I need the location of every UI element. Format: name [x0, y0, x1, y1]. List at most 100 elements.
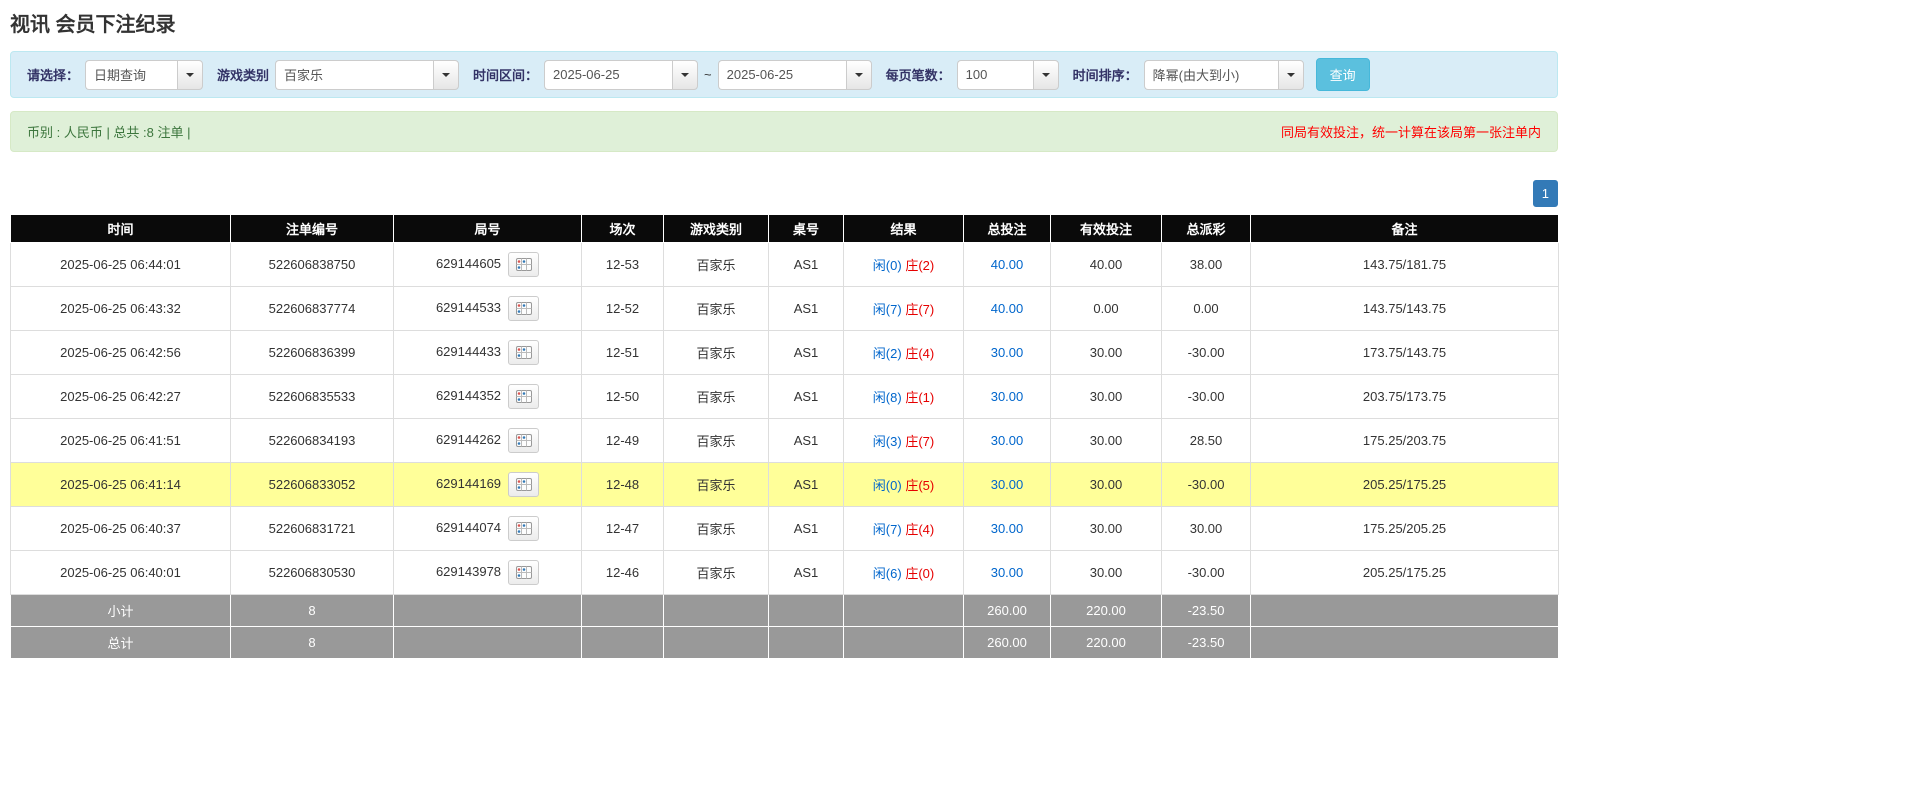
- cell-valid-bet: 40.00: [1051, 243, 1162, 287]
- roadmap-button[interactable]: [508, 560, 539, 585]
- cell-time: 2025-06-25 06:42:56: [11, 331, 231, 375]
- column-header-3: 场次: [582, 215, 664, 243]
- per-page-caret-button[interactable]: [1033, 60, 1059, 90]
- cell-table-number: AS1: [769, 507, 844, 551]
- table-row: 2025-06-25 06:42:27522606835533629144352…: [11, 375, 1559, 419]
- cell-total-bet: 40.00: [964, 287, 1051, 331]
- time-sort-select: [1144, 60, 1304, 90]
- cell-bet-id: 522606838750: [231, 243, 394, 287]
- result-banker: 庄(0): [905, 566, 934, 581]
- cell-result: 闲(6) 庄(0): [844, 551, 964, 595]
- cell-table-number: AS1: [769, 419, 844, 463]
- cell-remark: 143.75/143.75: [1251, 287, 1559, 331]
- game-category-select: [275, 60, 459, 90]
- cell-round-id: 629144262: [394, 419, 582, 463]
- total-bet-link[interactable]: 30.00: [991, 389, 1024, 404]
- cell-game-category: 百家乐: [664, 507, 769, 551]
- cell-session: 12-51: [582, 331, 664, 375]
- roadmap-button[interactable]: [508, 340, 539, 365]
- query-type-label: 请选择：: [27, 65, 79, 84]
- column-header-5: 桌号: [769, 215, 844, 243]
- cell-valid-bet: 30.00: [1051, 507, 1162, 551]
- cell-remark: 203.75/173.75: [1251, 375, 1559, 419]
- grandtotal-label: 总计: [11, 627, 231, 659]
- date-range-tilde: ~: [704, 67, 712, 82]
- time-sort-caret-button[interactable]: [1278, 60, 1304, 90]
- total-bet-link[interactable]: 40.00: [991, 301, 1024, 316]
- result-player: 闲(0): [873, 258, 902, 273]
- query-type-caret-button[interactable]: [177, 60, 203, 90]
- cell-session: 12-48: [582, 463, 664, 507]
- query-type-select: [85, 60, 203, 90]
- total-bet-link[interactable]: 30.00: [991, 433, 1024, 448]
- cell-round-id: 629144433: [394, 331, 582, 375]
- result-player: 闲(2): [873, 346, 902, 361]
- query-type-input[interactable]: [85, 60, 177, 90]
- cell-table-number: AS1: [769, 331, 844, 375]
- roadmap-button[interactable]: [508, 252, 539, 277]
- search-button[interactable]: 查询: [1316, 58, 1370, 91]
- result-banker: 庄(1): [905, 390, 934, 405]
- cell-time: 2025-06-25 06:40:37: [11, 507, 231, 551]
- total-bet-link[interactable]: 30.00: [991, 345, 1024, 360]
- total-bet-link[interactable]: 30.00: [991, 565, 1024, 580]
- date-from-caret-button[interactable]: [672, 60, 698, 90]
- summary-bar: 币别 : 人民币 | 总共 :8 注单 | 同局有效投注，统一计算在该局第一张注…: [10, 111, 1558, 152]
- round-id-text: 629144262: [436, 432, 501, 447]
- game-category-caret-button[interactable]: [433, 60, 459, 90]
- grandtotal-remark: [1251, 627, 1559, 659]
- caret-down-icon: [1042, 73, 1050, 77]
- table-body: 2025-06-25 06:44:01522606838750629144605…: [11, 243, 1559, 595]
- cell-payout: 38.00: [1162, 243, 1251, 287]
- cell-total-bet: 30.00: [964, 419, 1051, 463]
- cell-payout: -30.00: [1162, 375, 1251, 419]
- grandtotal-count: 8: [231, 627, 394, 659]
- cell-time: 2025-06-25 06:42:27: [11, 375, 231, 419]
- roadmap-button[interactable]: [508, 472, 539, 497]
- grandtotal-row: 总计8260.00220.00-23.50: [11, 627, 1559, 659]
- result-banker: 庄(5): [905, 478, 934, 493]
- cell-remark: 175.25/203.75: [1251, 419, 1559, 463]
- grandtotal-empty-cell: [844, 627, 964, 659]
- total-bet-link[interactable]: 30.00: [991, 477, 1024, 492]
- roadmap-button[interactable]: [508, 428, 539, 453]
- cell-valid-bet: 30.00: [1051, 419, 1162, 463]
- column-header-7: 总投注: [964, 215, 1051, 243]
- per-page-input[interactable]: [957, 60, 1033, 90]
- total-bet-link[interactable]: 30.00: [991, 521, 1024, 536]
- roadmap-icon: [516, 566, 532, 579]
- cell-payout: 30.00: [1162, 507, 1251, 551]
- table-row: 2025-06-25 06:41:51522606834193629144262…: [11, 419, 1559, 463]
- roadmap-icon: [516, 390, 532, 403]
- roadmap-icon: [516, 258, 532, 271]
- game-category-input[interactable]: [275, 60, 433, 90]
- cell-round-id: 629144352: [394, 375, 582, 419]
- table-row: 2025-06-25 06:41:14522606833052629144169…: [11, 463, 1559, 507]
- round-id-text: 629144533: [436, 300, 501, 315]
- pagination-page-1-button[interactable]: 1: [1533, 180, 1558, 207]
- cell-bet-id: 522606831721: [231, 507, 394, 551]
- column-header-0: 时间: [11, 215, 231, 243]
- cell-payout: 0.00: [1162, 287, 1251, 331]
- roadmap-button[interactable]: [508, 384, 539, 409]
- cell-session: 12-49: [582, 419, 664, 463]
- total-bet-link[interactable]: 40.00: [991, 257, 1024, 272]
- summary-currency-total: 币别 : 人民币 | 总共 :8 注单 |: [27, 122, 191, 141]
- grandtotal-payout: -23.50: [1162, 627, 1251, 659]
- time-sort-input[interactable]: [1144, 60, 1278, 90]
- date-from-input[interactable]: [544, 60, 672, 90]
- cell-session: 12-50: [582, 375, 664, 419]
- cell-game-category: 百家乐: [664, 463, 769, 507]
- date-to-input[interactable]: [718, 60, 846, 90]
- caret-down-icon: [442, 73, 450, 77]
- cell-valid-bet: 0.00: [1051, 287, 1162, 331]
- roadmap-button[interactable]: [508, 516, 539, 541]
- cell-bet-id: 522606833052: [231, 463, 394, 507]
- caret-down-icon: [681, 73, 689, 77]
- cell-time: 2025-06-25 06:41:14: [11, 463, 231, 507]
- date-to-caret-button[interactable]: [846, 60, 872, 90]
- roadmap-button[interactable]: [508, 296, 539, 321]
- column-header-6: 结果: [844, 215, 964, 243]
- column-header-9: 总派彩: [1162, 215, 1251, 243]
- subtotal-empty-cell: [844, 595, 964, 627]
